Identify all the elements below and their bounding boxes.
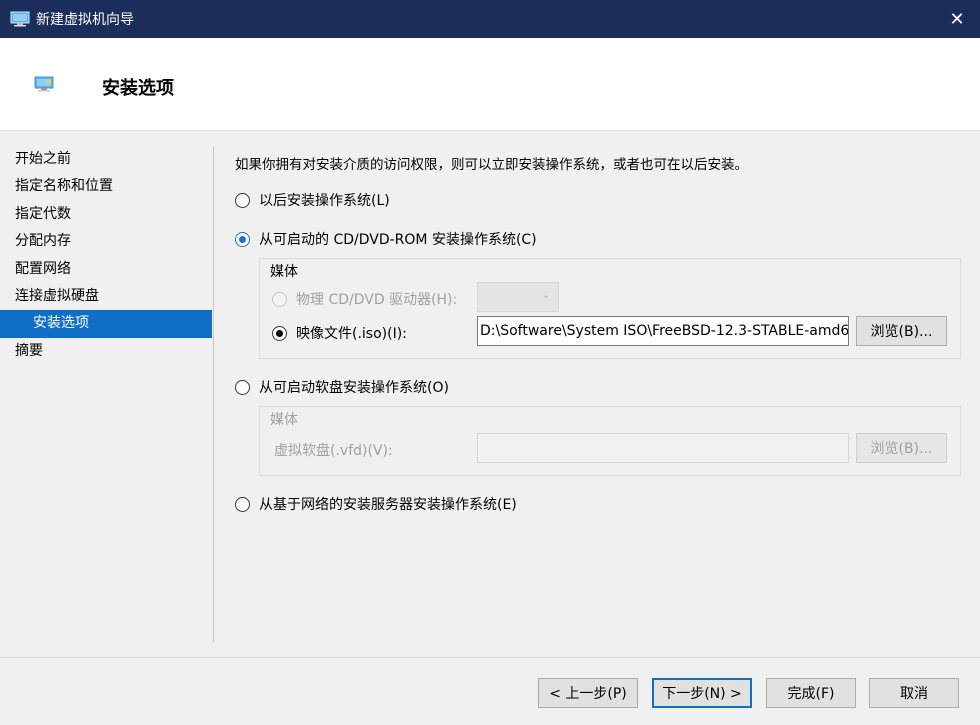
nav-item-name-location[interactable]: 指定名称和位置 (0, 173, 212, 200)
floppy-media-group: 媒体 虚拟软盘(.vfd)(V): 浏览(B)... (259, 406, 961, 476)
option-install-cd[interactable]: 从可启动的 CD/DVD-ROM 安装操作系统(C) (235, 229, 537, 249)
iso-browse-button[interactable]: 浏览(B)... (856, 316, 947, 346)
option-install-later[interactable]: 以后安装操作系统(L) (235, 190, 390, 210)
chevron-down-icon: ⌄ (541, 290, 550, 301)
close-icon: ✕ (949, 8, 965, 30)
wizard-nav: 开始之前 指定名称和位置 指定代数 分配内存 配置网络 连接虚拟硬盘 安装选项 … (0, 146, 212, 365)
nav-item-before-you-begin[interactable]: 开始之前 (0, 146, 212, 173)
option-install-floppy-label: 从可启动软盘安装操作系统(O) (259, 380, 449, 396)
radio-physical-drive[interactable] (272, 291, 287, 307)
previous-button[interactable]: < 上一步(P) (538, 678, 638, 708)
virtual-floppy-label: 虚拟软盘(.vfd)(V): (274, 443, 393, 459)
nav-item-memory[interactable]: 分配内存 (0, 228, 212, 255)
nav-item-virtual-disk[interactable]: 连接虚拟硬盘 (0, 283, 212, 310)
physical-drive-select[interactable]: ⌄ (477, 282, 559, 312)
option-iso-file[interactable]: 映像文件(.iso)(I): (272, 323, 407, 343)
wizard-footer: < 上一步(P) 下一步(N) > 完成(F) 取消 (0, 657, 980, 725)
cancel-button[interactable]: 取消 (869, 678, 959, 708)
next-button[interactable]: 下一步(N) > (652, 678, 752, 708)
option-iso-file-label: 映像文件(.iso)(I): (296, 326, 407, 342)
floppy-media-group-label: 媒体 (270, 412, 298, 428)
nav-item-installation-options[interactable]: 安装选项 (0, 310, 212, 338)
option-install-network[interactable]: 从基于网络的安装服务器安装操作系统(E) (235, 494, 517, 514)
nav-divider (213, 146, 214, 642)
option-install-later-label: 以后安装操作系统(L) (259, 193, 390, 209)
iso-path-input[interactable]: D:\Software\System ISO\FreeBSD-12.3-STAB… (477, 316, 849, 346)
option-install-cd-label: 从可启动的 CD/DVD-ROM 安装操作系统(C) (259, 232, 537, 248)
nav-item-networking[interactable]: 配置网络 (0, 256, 212, 283)
option-install-floppy[interactable]: 从可启动软盘安装操作系统(O) (235, 377, 449, 397)
radio-install-network[interactable] (235, 496, 250, 512)
vm-monitor-icon (34, 76, 54, 92)
nav-item-summary[interactable]: 摘要 (0, 338, 212, 365)
cd-media-group: 媒体 物理 CD/DVD 驱动器(H): ⌄ 映像文件(.iso)(I): D:… (259, 258, 961, 359)
window-title: 新建虚拟机向导 (36, 12, 134, 28)
intro-text: 如果你拥有对安装介质的访问权限，则可以立即安装操作系统，或者也可在以后安装。 (235, 157, 748, 173)
radio-install-floppy[interactable] (235, 379, 250, 395)
option-install-network-label: 从基于网络的安装服务器安装操作系统(E) (259, 497, 517, 513)
page-title: 安装选项 (102, 78, 174, 99)
finish-button[interactable]: 完成(F) (766, 678, 856, 708)
radio-install-cd[interactable] (235, 231, 250, 247)
page-header: 安装选项 (0, 38, 980, 131)
vm-monitor-icon (10, 11, 30, 27)
radio-install-later[interactable] (235, 192, 250, 208)
option-physical-drive-label: 物理 CD/DVD 驱动器(H): (296, 292, 458, 308)
title-bar: 新建虚拟机向导 ✕ (0, 0, 980, 38)
close-button[interactable]: ✕ (934, 0, 980, 38)
floppy-browse-button[interactable]: 浏览(B)... (856, 433, 947, 463)
radio-iso-file[interactable] (272, 325, 287, 341)
cd-media-group-label: 媒体 (270, 264, 298, 280)
virtual-floppy-input[interactable] (477, 433, 849, 463)
option-physical-drive[interactable]: 物理 CD/DVD 驱动器(H): (272, 289, 457, 309)
nav-item-generation[interactable]: 指定代数 (0, 201, 212, 228)
